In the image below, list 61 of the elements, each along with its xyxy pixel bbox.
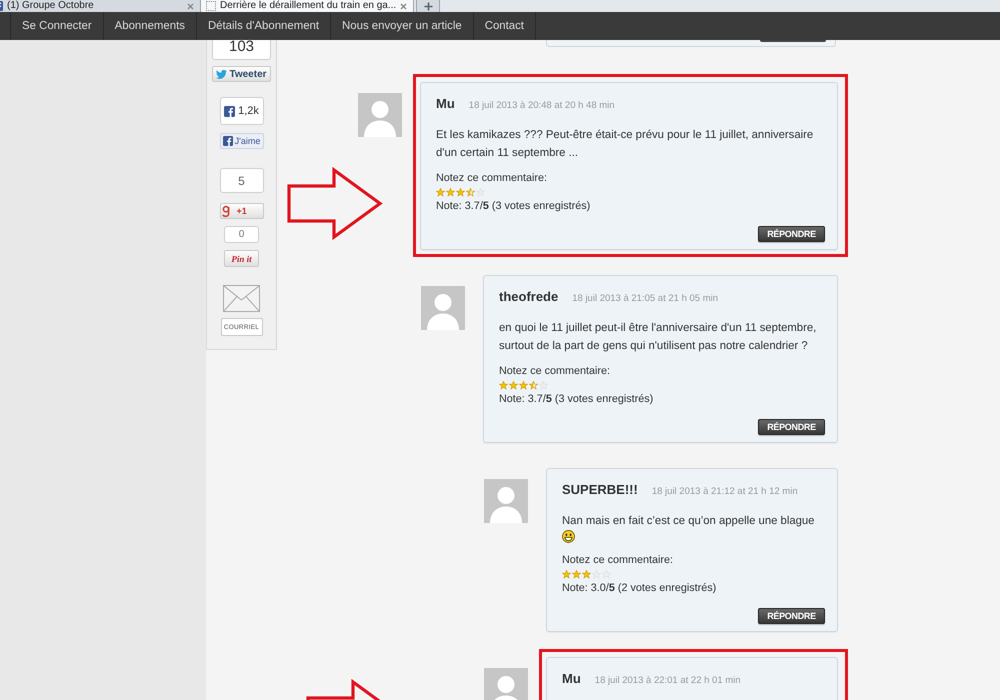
browser-tab[interactable]: Derrière le déraillement du train en ga... bbox=[201, 0, 414, 12]
rating-label: Notez ce commentaire: bbox=[562, 553, 674, 567]
star-icon bbox=[539, 380, 548, 390]
rating-summary: Note: 3.0/5 (2 votes enregistrés) bbox=[562, 581, 718, 595]
comment-date: 18 juil 2013 à 20:48 at 20 h 48 min bbox=[468, 100, 615, 111]
star-icon bbox=[509, 380, 518, 390]
facebook-icon bbox=[222, 136, 233, 146]
reply-button[interactable]: RÉPONDRE bbox=[758, 608, 825, 624]
comment-author: theofrede bbox=[499, 289, 558, 305]
google-icon bbox=[222, 205, 230, 217]
star-icon bbox=[476, 188, 485, 196]
plus-icon bbox=[424, 2, 432, 10]
share-count: 103 bbox=[212, 40, 271, 60]
rating-summary: Note: 3.7/5 (3 votes enregistrés) bbox=[499, 392, 654, 406]
blank-page-icon bbox=[206, 1, 216, 11]
plus-one-button[interactable]: +1 bbox=[220, 203, 264, 219]
star-icon bbox=[446, 188, 455, 196]
rating-label: Notez ce commentaire: bbox=[499, 364, 612, 378]
comment-text: Et les kamikazes ??? Peut-être était-ce prévu pour le 11 juillet, anniversaire d'un certain 11 septembre ... bbox=[436, 128, 814, 161]
avatar-icon bbox=[421, 286, 465, 330]
rating-summary: Note: 3.7/5 (3 votes enregistrés) bbox=[436, 199, 592, 213]
comment-author: Mu bbox=[436, 96, 455, 112]
star-icon bbox=[456, 188, 465, 196]
reply-button[interactable]: RÉPONDRE bbox=[758, 226, 825, 242]
star-icon bbox=[572, 570, 581, 578]
star-icon bbox=[436, 188, 445, 196]
share-count: 1,2k bbox=[238, 105, 259, 117]
nav-link[interactable]: Contact bbox=[472, 12, 536, 40]
nav-link[interactable]: Nous envoyer un article bbox=[330, 12, 473, 40]
reply-button[interactable]: RÉPONDRE bbox=[758, 419, 825, 435]
comment-date: 18 juil 2013 à 21:05 at 21 h 05 min bbox=[572, 293, 718, 304]
star-icon bbox=[499, 380, 508, 390]
comment-author: SUPERBE!!! bbox=[562, 482, 638, 498]
star-icon bbox=[529, 380, 538, 390]
comment-text: en quoi le 11 juillet peut-il être l'anniversaire d'un 11 septembre, surtout de la part de gens qui n'utilisent pas notre calendrier ? bbox=[499, 321, 818, 354]
star-icon bbox=[466, 188, 475, 196]
facebook-icon bbox=[224, 106, 236, 116]
star-icon bbox=[562, 570, 571, 578]
like-button[interactable]: J'aime bbox=[220, 133, 264, 149]
comment-date: 18 juil 2013 à 22:01 at 22 h 01 min bbox=[594, 675, 741, 686]
share-count: 0 bbox=[224, 226, 259, 243]
new-tab-button[interactable] bbox=[416, 0, 440, 12]
pin-button[interactable]: Pin it bbox=[224, 250, 259, 267]
tweet-button[interactable]: Tweeter bbox=[212, 66, 271, 82]
browser-tab[interactable]: (1) Groupe Octobre bbox=[0, 0, 201, 12]
star-icon bbox=[519, 380, 528, 390]
star-icon bbox=[592, 570, 601, 578]
star-icon bbox=[582, 570, 591, 578]
comment-text: Nan mais en fait c’est ce qu’on appelle une blague bbox=[562, 514, 816, 529]
comment-date: 18 juil 2013 à 21:12 at 21 h 12 min bbox=[652, 486, 798, 497]
close-icon[interactable] bbox=[400, 2, 408, 10]
share-count: 5 bbox=[220, 168, 264, 193]
bird-icon bbox=[216, 70, 228, 78]
rating-label: Notez ce commentaire: bbox=[436, 171, 548, 185]
avatar-icon bbox=[484, 479, 528, 523]
envelope-icon bbox=[223, 285, 260, 312]
avatar-icon bbox=[358, 93, 402, 137]
close-icon[interactable] bbox=[187, 2, 194, 10]
comment-author: Mu bbox=[562, 671, 581, 687]
star-icon bbox=[602, 570, 611, 578]
avatar-icon bbox=[484, 668, 528, 700]
